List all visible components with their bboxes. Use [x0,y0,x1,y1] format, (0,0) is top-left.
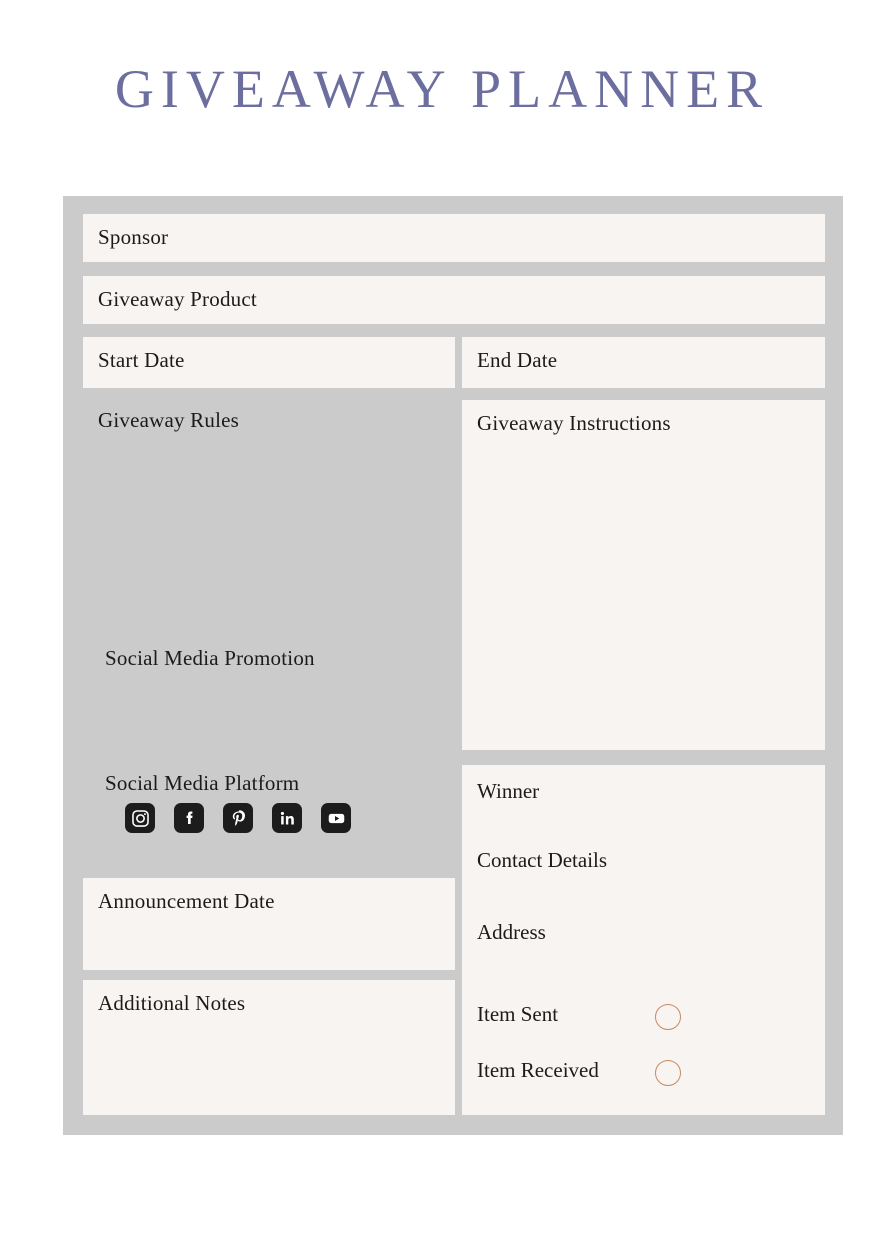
youtube-icon[interactable] [321,803,351,833]
contact-details-label[interactable]: Contact Details [477,848,607,873]
winner-label[interactable]: Winner [477,779,539,804]
giveaway-rules-label: Giveaway Rules [98,408,240,432]
giveaway-instructions-label: Giveaway Instructions [477,411,671,435]
giveaway-product-label: Giveaway Product [98,287,257,311]
end-date-field[interactable]: End Date [462,337,825,388]
planner-form-board: Sponsor Giveaway Product Start Date End … [63,196,843,1135]
start-date-label: Start Date [98,348,185,372]
giveaway-product-field[interactable]: Giveaway Product [83,276,825,324]
item-received-label: Item Received [477,1058,599,1082]
winner-details-panel: Winner Contact Details Address Item Sent… [462,765,825,1115]
announcement-date-field[interactable]: Announcement Date [83,878,455,970]
item-sent-checkbox[interactable] [655,1004,681,1030]
giveaway-instructions-field[interactable]: Giveaway Instructions [462,400,825,750]
announcement-date-label: Announcement Date [98,889,275,913]
social-media-platform-field: Social Media Platform [83,761,455,871]
start-date-field[interactable]: Start Date [83,337,455,388]
instagram-icon[interactable] [125,803,155,833]
item-received-checkbox[interactable] [655,1060,681,1086]
facebook-icon[interactable] [174,803,204,833]
item-sent-label: Item Sent [477,1002,559,1026]
sponsor-label: Sponsor [98,225,169,249]
page-title: GIVEAWAY PLANNER [114,59,770,119]
social-platform-icon-row [125,803,351,833]
social-media-platform-label: Social Media Platform [105,771,300,795]
additional-notes-label: Additional Notes [98,991,246,1015]
social-media-promotion-field[interactable]: Social Media Promotion [83,636,455,736]
sponsor-field[interactable]: Sponsor [83,214,825,262]
pinterest-icon[interactable] [223,803,253,833]
linkedin-icon[interactable] [272,803,302,833]
giveaway-rules-field[interactable]: Giveaway Rules [83,400,455,662]
end-date-label: End Date [477,348,558,372]
address-label[interactable]: Address [477,920,546,945]
social-media-promotion-label: Social Media Promotion [105,646,315,670]
additional-notes-field[interactable]: Additional Notes [83,980,455,1115]
